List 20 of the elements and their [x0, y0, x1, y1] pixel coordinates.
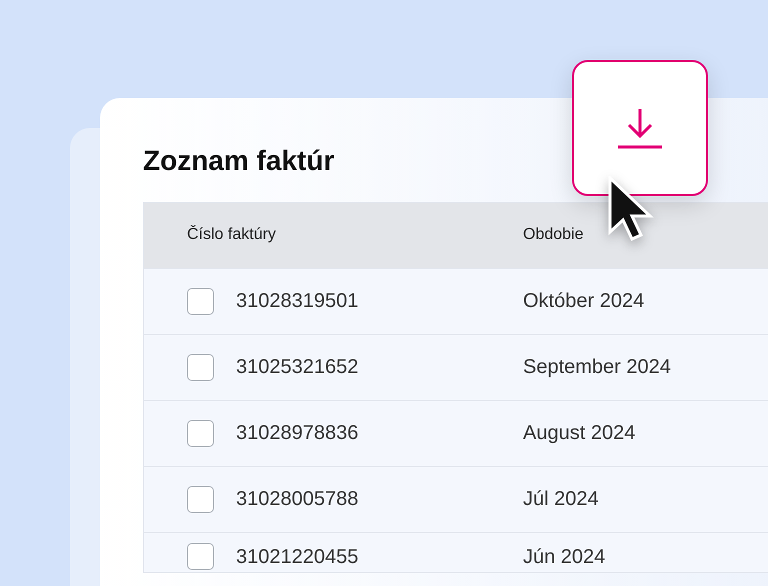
checkbox[interactable] — [187, 354, 214, 381]
invoice-number: 31028005788 — [236, 487, 358, 512]
period-cell: Júl 2024 — [523, 488, 599, 510]
download-icon — [617, 107, 663, 149]
invoice-number: 31028978836 — [236, 421, 358, 446]
checkbox[interactable] — [187, 288, 214, 315]
invoice-number: 31025321652 — [236, 355, 358, 380]
checkbox[interactable] — [187, 543, 214, 570]
download-button[interactable] — [572, 60, 708, 196]
column-header: Číslo faktúry — [187, 224, 276, 246]
invoice-number: 31021220455 — [236, 544, 358, 570]
column-header: Obdobie — [523, 226, 584, 244]
period-cell: August 2024 — [523, 422, 636, 444]
page-title: Zoznam faktúr — [143, 144, 336, 178]
period-cell: September 2024 — [523, 356, 671, 378]
period-cell: Jún 2024 — [523, 546, 606, 568]
period-cell: Október 2024 — [523, 290, 644, 312]
checkbox[interactable] — [187, 420, 214, 447]
checkbox[interactable] — [187, 486, 214, 513]
invoice-number: 31028319501 — [236, 289, 358, 314]
